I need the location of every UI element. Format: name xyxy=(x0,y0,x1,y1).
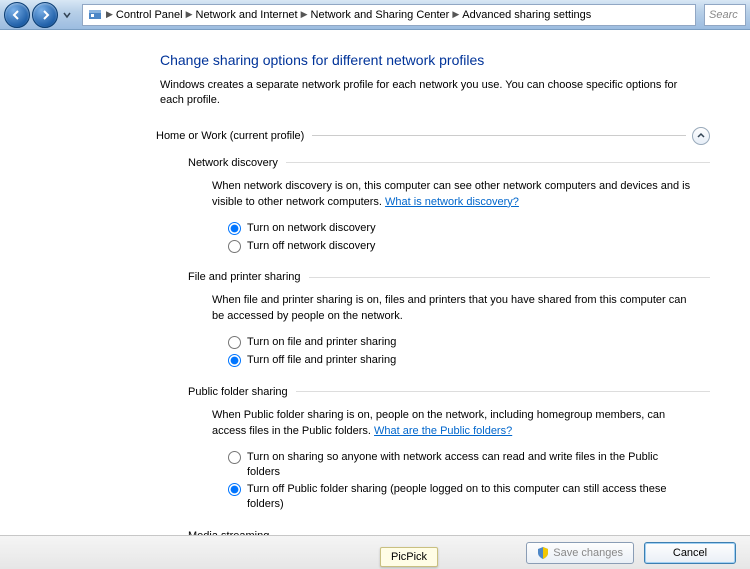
search-placeholder: Searc xyxy=(709,9,738,21)
radio-label[interactable]: Turn off Public folder sharing (people l… xyxy=(247,482,692,512)
control-panel-icon xyxy=(87,7,103,23)
link-what-are-public-folders[interactable]: What are the Public folders? xyxy=(374,425,512,437)
section-title: File and printer sharing xyxy=(188,271,301,283)
radio-label[interactable]: Turn on network discovery xyxy=(247,221,692,236)
section-public-folder: Public folder sharing When Public folder… xyxy=(188,386,710,512)
cancel-label: Cancel xyxy=(673,547,707,559)
radio-nd-on[interactable] xyxy=(228,222,241,235)
save-changes-button[interactable]: Save changes xyxy=(526,542,634,564)
radio-label[interactable]: Turn off file and printer sharing xyxy=(247,353,692,368)
radio-pf-on[interactable] xyxy=(228,451,241,464)
crumb-1[interactable]: Network and Internet xyxy=(196,9,298,21)
section-file-printer: File and printer sharing When file and p… xyxy=(188,271,710,368)
section-title: Network discovery xyxy=(188,157,278,169)
radio-nd-off[interactable] xyxy=(228,240,241,253)
link-what-is-network-discovery[interactable]: What is network discovery? xyxy=(385,196,519,208)
footer-bar: Save changes Cancel xyxy=(0,535,750,569)
radio-label[interactable]: Turn on sharing so anyone with network a… xyxy=(247,450,692,480)
radio-fp-on[interactable] xyxy=(228,336,241,349)
breadcrumb[interactable]: ▶ Control Panel ▶ Network and Internet ▶… xyxy=(82,4,696,26)
collapse-button[interactable] xyxy=(692,127,710,145)
radio-label[interactable]: Turn off network discovery xyxy=(247,239,692,254)
crumb-2[interactable]: Network and Sharing Center xyxy=(311,9,450,21)
page-description: Windows creates a separate network profi… xyxy=(160,78,680,109)
crumb-0[interactable]: Control Panel xyxy=(116,9,183,21)
radio-label[interactable]: Turn on file and printer sharing xyxy=(247,335,692,350)
cancel-button[interactable]: Cancel xyxy=(644,542,736,564)
back-button[interactable] xyxy=(4,2,30,28)
picpick-tooltip: PicPick xyxy=(380,547,438,567)
profile-header[interactable]: Home or Work (current profile) xyxy=(156,127,710,145)
page-title: Change sharing options for different net… xyxy=(160,52,710,68)
search-input[interactable]: Searc xyxy=(704,4,746,26)
history-dropdown[interactable] xyxy=(60,11,74,19)
forward-button[interactable] xyxy=(32,2,58,28)
shield-icon xyxy=(537,547,549,559)
section-network-discovery: Network discovery When network discovery… xyxy=(188,157,710,254)
divider xyxy=(312,135,686,136)
radio-fp-off[interactable] xyxy=(228,354,241,367)
section-title: Public folder sharing xyxy=(188,386,288,398)
radio-pf-off[interactable] xyxy=(228,483,241,496)
profile-header-label: Home or Work (current profile) xyxy=(156,130,304,142)
crumb-3[interactable]: Advanced sharing settings xyxy=(462,9,591,21)
divider xyxy=(286,162,710,163)
divider xyxy=(296,391,710,392)
window-titlebar: ▶ Control Panel ▶ Network and Internet ▶… xyxy=(0,0,750,30)
save-label: Save changes xyxy=(553,547,623,559)
divider xyxy=(309,277,710,278)
section-desc: When file and printer sharing is on, fil… xyxy=(212,294,686,322)
main-content: Change sharing options for different net… xyxy=(0,30,750,535)
